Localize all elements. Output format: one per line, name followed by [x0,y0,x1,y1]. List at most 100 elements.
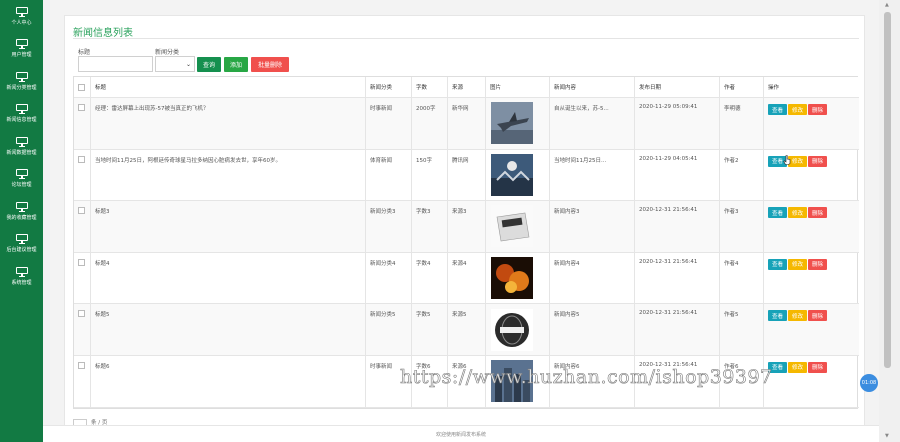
sidebar-item-label: 新闻数据管理 [6,149,37,156]
table-header-row: 标题 新闻分类 字数 来源 图片 新闻内容 发布日期 作者 操作 [74,77,859,98]
row-select[interactable] [74,253,90,304]
monitor-icon [15,266,28,277]
row-words: 150字 [411,149,447,201]
row-source: 来源3 [447,201,485,252]
row-date: 2020-11-29 05:09:41 [634,98,719,149]
edit-button[interactable]: 修改 [788,258,808,270]
title-filter-input[interactable] [78,56,153,72]
header-source: 来源 [447,77,485,97]
title-divider [73,38,859,39]
row-select[interactable] [74,201,90,252]
monitor-icon [15,201,28,212]
delete-button[interactable]: 删除 [808,207,828,219]
delete-button[interactable]: 删除 [808,361,828,373]
row-source: 来源5 [447,304,485,355]
sidebar-item-suggestions[interactable]: 后台建议管理 [0,228,43,261]
sidebar-item-system[interactable]: 系统管理 [0,260,43,293]
news-globe-image [491,308,533,351]
row-category: 新闻分类3 [365,201,411,252]
row-title: 经理：雷达屏幕上出现苏-57被当真正的飞机？ [90,98,365,149]
row-select[interactable] [74,150,90,201]
monitor-icon [15,234,28,245]
row-actions: 查看 修改 删除 [763,98,859,149]
view-button[interactable]: 查看 [768,104,788,115]
row-content: 新闻内容5 [549,304,634,355]
scroll-up-icon[interactable]: ▲ [885,2,889,8]
monitor-icon [15,169,28,180]
view-button[interactable]: 查看 [768,310,788,322]
edit-button[interactable]: 修改 [788,207,808,219]
row-source: 腾讯网 [447,149,485,201]
sidebar-item-news-info[interactable]: 新闻信息管理 [0,98,43,131]
header-actions: 操作 [763,77,859,97]
edit-button[interactable]: 修改 [788,361,808,373]
add-button[interactable]: 添加 [224,57,248,72]
row-author: 作者5 [719,304,763,355]
row-actions: 查看 修改 删除 [763,252,859,304]
sidebar-item-favorites[interactable]: 我的收藏管理 [0,195,43,228]
row-content: 当地时间11月25日... [549,149,634,201]
checkbox[interactable] [78,207,85,215]
category-filter-select[interactable]: ⌄ [155,56,195,72]
header-select-all[interactable] [74,77,90,97]
table-row: 当地时间11月25日，阿根廷传奇球星马拉多纳因心脏病发去世，享年60岁。 体育新… [74,149,859,202]
sidebar-item-label: 论坛管理 [11,182,32,189]
chevron-down-icon: ⌄ [185,61,191,68]
row-source: 新华网 [447,98,485,149]
row-content: 新闻内容4 [549,252,634,304]
sidebar-item-label: 系统管理 [11,279,32,286]
header-author: 作者 [719,77,763,97]
row-date: 2020-12-31 21:56:41 [634,304,719,355]
footer: 欢迎使用新闻发布系统 [43,425,879,442]
scroll-thumb[interactable] [884,12,891,368]
row-category: 新闻分类4 [365,252,411,304]
row-title: 标题5 [90,304,365,355]
sidebar-item-label: 后台建议管理 [6,247,37,254]
row-image [485,252,549,304]
page-scrollbar[interactable]: ▲ ▼ [879,0,900,442]
sidebar-item-forum[interactable]: 论坛管理 [0,163,43,196]
stadium-crowd-image [491,153,533,196]
sidebar: 个人中心 用户管理 新闻分类管理 新闻信息管理 新闻数据管理 论坛管理 我的收藏… [0,0,43,442]
delete-button[interactable]: 删除 [808,310,828,322]
title-filter-label: 标题 [78,49,91,56]
sidebar-item-news-category[interactable]: 新闻分类管理 [0,65,43,98]
checkbox[interactable] [78,361,85,369]
hand-cursor-icon [783,155,791,165]
checkbox[interactable] [78,83,85,91]
search-button[interactable]: 查询 [197,57,221,72]
row-select[interactable] [74,98,90,149]
row-actions: 查看 修改 删除 [763,201,859,252]
table-row: 标题4 新闻分类4 字数4 来源4 新闻内容4 2020-12-31 21:56… [74,252,859,305]
sidebar-item-label: 个人中心 [11,19,32,26]
newspaper-image [491,205,533,248]
row-image [485,201,549,252]
table-row: 标题3 新闻分类3 字数3 来源3 新闻内容3 2020-12-31 21:56… [74,201,859,253]
header-date: 发布日期 [634,77,719,97]
sidebar-item-user-management[interactable]: 用户管理 [0,33,43,66]
row-actions: 查看 修改 删除 [763,149,859,201]
view-button[interactable]: 查看 [768,207,788,219]
batch-delete-button[interactable]: 批量删除 [251,57,289,72]
sidebar-item-news-data[interactable]: 新闻数据管理 [0,130,43,163]
checkbox[interactable] [78,258,85,266]
fire-news-image [491,257,533,300]
delete-button[interactable]: 删除 [808,155,828,167]
page-title: 新闻信息列表 [73,28,133,39]
row-title: 标题4 [90,252,365,304]
watermark-text: https://www.huzhan.com/ishop39397 [400,366,773,389]
checkbox[interactable] [78,310,85,318]
edit-button[interactable]: 修改 [788,104,808,115]
checkbox[interactable] [78,155,85,163]
row-title: 标题3 [90,201,365,252]
sidebar-item-personal-center[interactable]: 个人中心 [0,0,43,33]
delete-button[interactable]: 删除 [808,258,828,270]
sidebar-item-label: 用户管理 [11,52,32,59]
view-button[interactable]: 查看 [768,258,788,270]
row-select[interactable] [74,304,90,355]
checkbox[interactable] [78,104,85,111]
edit-button[interactable]: 修改 [788,310,808,322]
scroll-down-icon[interactable]: ▼ [885,433,889,439]
row-select[interactable] [74,356,90,407]
delete-button[interactable]: 删除 [808,104,828,115]
